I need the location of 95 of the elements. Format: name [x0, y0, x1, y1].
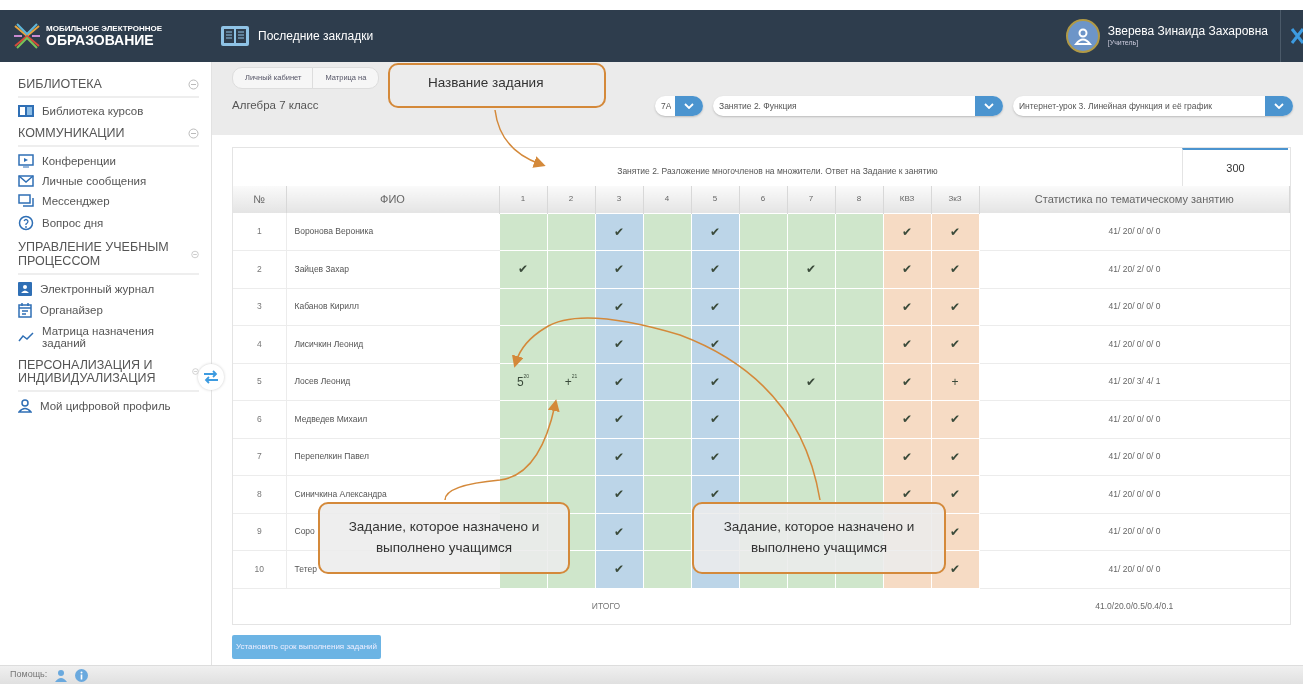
stats-cell: 41/ 20/ 0/ 0/ 0 — [979, 288, 1290, 326]
mark-cell[interactable]: ✔ — [691, 363, 739, 401]
row-number: 1 — [233, 213, 286, 251]
bookmarks-link[interactable]: Последние закладки — [258, 27, 374, 45]
mark-cell[interactable]: ✔ — [883, 288, 931, 326]
row-number: 9 — [233, 513, 286, 551]
column-header[interactable]: № — [233, 186, 286, 213]
section-title: ПЕРСОНАЛИЗАЦИЯ И ИНДИВИДУАЛИЗАЦИЯ — [18, 358, 157, 385]
sidebar-item[interactable]: Личные сообщения — [18, 174, 153, 189]
total-stats: 41.0/20.0/0.5/0.4/0.1 — [979, 588, 1290, 624]
column-header[interactable]: ЗкЗ — [931, 186, 979, 213]
mark-cell[interactable]: ✔ — [883, 213, 931, 251]
row-number: 5 — [233, 363, 286, 401]
table-title: Занятие 2. Разложение многочленов на множители. Ответ на Задание к занятию — [617, 165, 938, 178]
mark-cell[interactable]: ✔ — [499, 250, 547, 288]
callout-tooltip: Задание, которое назначено и выполнено учащимся — [692, 502, 946, 574]
mark-cell[interactable]: ✔ — [691, 213, 739, 251]
mark-cell[interactable]: ✔ — [883, 250, 931, 288]
dropdown[interactable]: Интернет-урок 3. Линейная функция и её график — [1013, 96, 1293, 116]
sidebar-item[interactable]: Мой цифровой профиль — [18, 398, 177, 414]
dropdown[interactable]: 7А — [655, 96, 703, 116]
mark-cell[interactable]: ✔ — [595, 513, 643, 551]
mark-cell[interactable]: ✔ — [931, 325, 979, 363]
mark-cell[interactable]: ✔ — [931, 288, 979, 326]
row-number: 7 — [233, 438, 286, 476]
sidebar-item[interactable]: Вопрос дня — [18, 214, 110, 233]
mark-cell[interactable]: ✔ — [787, 250, 835, 288]
mark-cell[interactable]: ✔ — [595, 475, 643, 513]
logo-caption: МОБИЛЬНОЕ ЭЛЕКТРОННОЕ — [46, 24, 163, 33]
mark-cell[interactable]: ✔ — [883, 438, 931, 476]
mark-cell[interactable]: ✔ — [883, 400, 931, 438]
column-header[interactable]: 1 — [499, 186, 547, 213]
column-header[interactable]: 2 — [547, 186, 595, 213]
column-header[interactable]: 5 — [691, 186, 739, 213]
user-name: Зверева Зинаида Захаровна — [1107, 23, 1268, 38]
stats-cell: 41/ 20/ 0/ 0/ 0 — [979, 475, 1290, 513]
subject-title: Алгебра 7 класс — [232, 98, 319, 114]
sidebar-item[interactable]: Библиотека курсов — [18, 104, 150, 119]
sidebar-item[interactable]: Матрица назначения заданий — [18, 323, 199, 350]
mark-cell[interactable]: ✔ — [691, 400, 739, 438]
stats-cell: 41/ 20/ 0/ 0/ 0 — [979, 325, 1290, 363]
mark-cell[interactable]: ✔ — [595, 325, 643, 363]
mark-cell[interactable]: ✔ — [595, 363, 643, 401]
logo-title: ОБРАЗОВАНИЕ — [46, 32, 155, 48]
row-number: 8 — [233, 475, 286, 513]
dropdown[interactable]: Занятие 2. Функция — [713, 96, 1003, 116]
column-header[interactable]: ФИО — [286, 186, 499, 213]
row-number: 4 — [233, 325, 286, 363]
stats-cell: 41/ 20/ 2/ 0/ 0 — [979, 250, 1290, 288]
column-header[interactable]: Статистика по тематическому занятию — [979, 186, 1290, 213]
mark-cell[interactable]: ✔ — [595, 438, 643, 476]
mark-cell[interactable]: 5$^{20}$ — [499, 363, 547, 401]
callout-tooltip: Название задания — [388, 63, 606, 108]
mark-cell[interactable]: ✔ — [595, 400, 643, 438]
mark-cell[interactable]: ✔ — [691, 288, 739, 326]
stats-cell: 41/ 20/ 0/ 0/ 0 — [979, 400, 1290, 438]
column-header[interactable]: 8 — [835, 186, 883, 213]
mark-cell[interactable]: ✔ — [691, 438, 739, 476]
mark-cell[interactable]: +$^{21}$ — [547, 363, 595, 401]
sidebar-item[interactable]: Электронный журнал — [18, 280, 161, 297]
stats-cell: 41/ 20/ 0/ 0/ 0 — [979, 213, 1290, 251]
mark-cell[interactable]: ✔ — [931, 400, 979, 438]
stats-cell: 41/ 20/ 3/ 4/ 1 — [979, 363, 1290, 401]
mark-cell[interactable]: ✔ — [787, 363, 835, 401]
column-header[interactable]: КВЗ — [883, 186, 931, 213]
row-number: 3 — [233, 288, 286, 326]
column-header[interactable]: 3 — [595, 186, 643, 213]
mark-cell[interactable]: ✔ — [595, 213, 643, 251]
stats-cell: 41/ 20/ 0/ 0/ 0 — [979, 550, 1290, 588]
callout-tooltip: Задание, которое назначено и выполнено учащимся — [318, 502, 570, 574]
row-number: 2 — [233, 250, 286, 288]
sidebar-item[interactable]: Мессенджер — [18, 193, 116, 210]
mark-cell[interactable]: ✔ — [691, 250, 739, 288]
mark-cell[interactable]: ✔ — [931, 438, 979, 476]
stats-cell: 41/ 20/ 0/ 0/ 0 — [979, 513, 1290, 551]
help-label: Помощь: — [10, 668, 48, 682]
mark-cell[interactable]: ✔ — [931, 213, 979, 251]
total-label: ИТОГО — [591, 600, 621, 611]
section-title: УПРАВЛЕНИЕ УЧЕБНЫМ ПРОЦЕССОМ — [18, 241, 170, 268]
column-header[interactable]: 4 — [643, 186, 691, 213]
column-header[interactable]: 6 — [739, 186, 787, 213]
sidebar-item[interactable]: Конференции — [18, 153, 122, 170]
sidebar-item[interactable]: Органайзер — [18, 301, 109, 319]
mark-cell[interactable]: ✔ — [883, 325, 931, 363]
section-title: КОММУНИКАЦИИ — [18, 127, 125, 141]
mark-cell[interactable]: + — [931, 363, 979, 401]
mark-cell[interactable]: ✔ — [595, 550, 643, 588]
mark-cell[interactable]: ✔ — [883, 363, 931, 401]
column-header[interactable]: 7 — [787, 186, 835, 213]
row-number: 10 — [233, 550, 286, 588]
stats-cell: 41/ 20/ 0/ 0/ 0 — [979, 438, 1290, 476]
section-title: БИБЛИОТЕКА — [18, 78, 102, 92]
mark-cell[interactable]: ✔ — [931, 250, 979, 288]
row-number: 6 — [233, 400, 286, 438]
mark-cell[interactable]: ✔ — [595, 250, 643, 288]
